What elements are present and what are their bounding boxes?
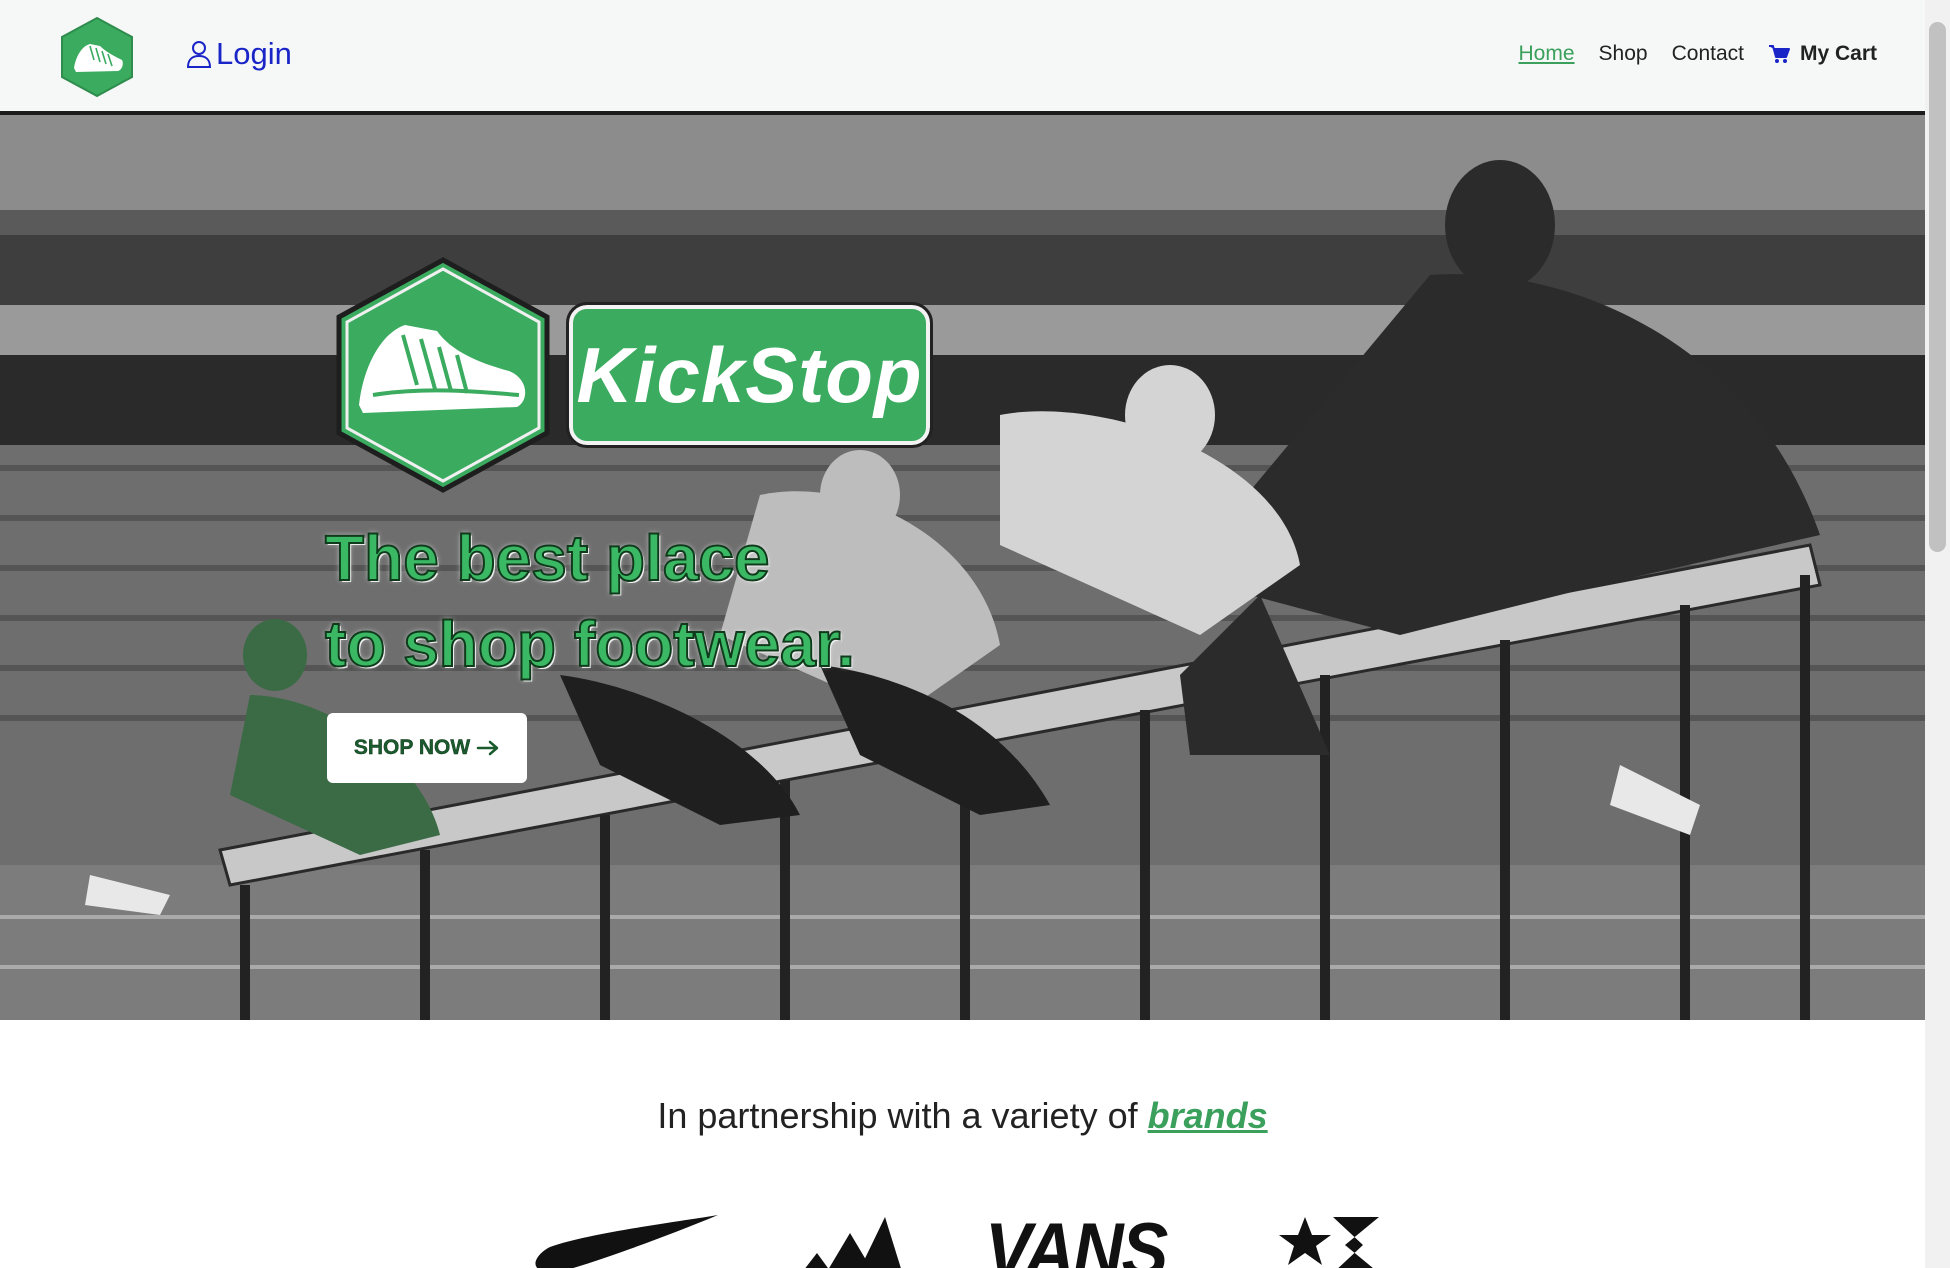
page-scrollbar[interactable] — [1925, 0, 1950, 1268]
login-label: Login — [216, 36, 292, 71]
sneaker-hexagon-logo-icon[interactable] — [60, 16, 134, 98]
nike-logo-icon[interactable] — [530, 1215, 720, 1268]
converse-logo-icon[interactable] — [1275, 1215, 1385, 1268]
vans-logo[interactable]: VANS — [985, 1215, 1168, 1268]
nav-links: Home Shop Contact My Cart — [1519, 42, 1877, 66]
partnership-heading: In partnership with a variety of brands — [0, 1095, 1925, 1137]
shop-now-button[interactable]: SHOP NOW — [327, 713, 527, 783]
my-cart-link[interactable]: My Cart — [1768, 42, 1877, 66]
hero-banner: KickStop The best place to shop footwear… — [0, 115, 1925, 1020]
nav-shop-link[interactable]: Shop — [1599, 42, 1648, 66]
user-icon — [186, 41, 212, 68]
vans-logo-text: VANS — [985, 1215, 1168, 1268]
hero-tagline: The best place to shop footwear. — [324, 515, 856, 687]
tagline-line-1: The best place — [324, 521, 771, 595]
adidas-logo-icon[interactable] — [795, 1215, 905, 1268]
shop-now-label: SHOP NOW — [353, 736, 471, 759]
navbar: Login Home Shop Contact My Cart — [0, 0, 1925, 115]
brand-name: KickStop — [576, 330, 923, 419]
login-link[interactable]: Login — [186, 36, 292, 72]
partnership-text: In partnership with a variety of — [657, 1095, 1138, 1136]
brands-link[interactable]: brands — [1148, 1095, 1268, 1136]
hurdlers-background-image — [0, 115, 1925, 1020]
arrow-right-icon — [476, 740, 499, 756]
kickstop-hexagon-logo-icon — [336, 257, 550, 493]
brand-logos-row: VANS — [0, 1215, 1925, 1268]
kickstop-wordmark: KickStop — [566, 302, 933, 448]
nav-home-link[interactable]: Home — [1519, 42, 1575, 66]
nav-contact-link[interactable]: Contact — [1672, 42, 1744, 66]
my-cart-label: My Cart — [1799, 42, 1877, 65]
tagline-line-2: to shop footwear. — [324, 607, 856, 681]
scrollbar-thumb[interactable] — [1929, 22, 1946, 552]
cart-icon — [1768, 45, 1790, 63]
